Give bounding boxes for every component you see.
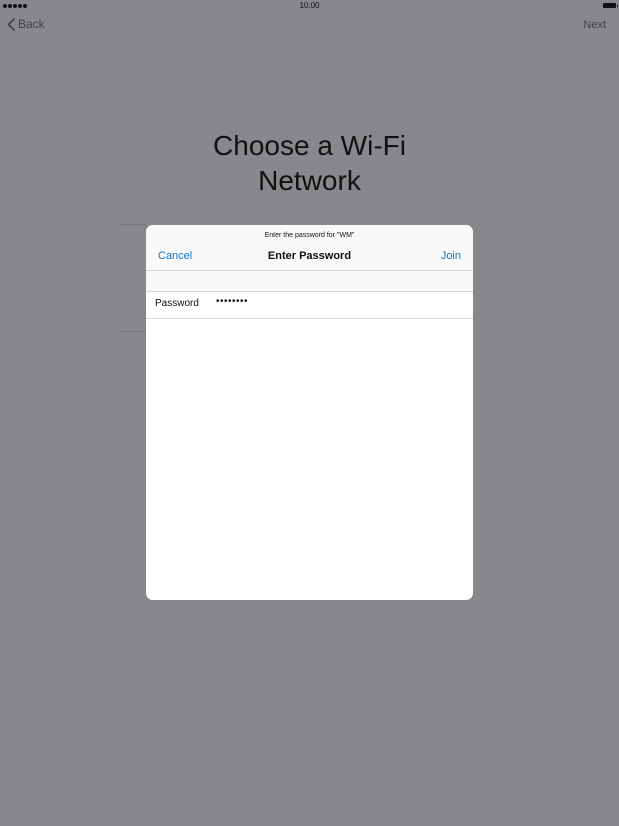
join-button[interactable]: Join: [441, 250, 461, 262]
password-dialog: Enter the password for "WM" Cancel Enter…: [146, 225, 473, 600]
dialog-prompt: Enter the password for "WM": [264, 232, 355, 239]
back-button-label: Back: [18, 17, 45, 31]
divider: [120, 331, 146, 332]
password-row[interactable]: Password ••••••••: [146, 292, 473, 319]
divider: [120, 224, 146, 225]
status-bar: 10:00: [0, 0, 619, 12]
dialog-title: Enter Password: [267, 250, 352, 262]
password-input[interactable]: ••••••••: [216, 296, 248, 307]
next-button[interactable]: Next: [583, 19, 606, 31]
dialog-header: Enter the password for "WM" Cancel Enter…: [146, 225, 473, 271]
back-button[interactable]: Back: [7, 17, 45, 31]
dialog-spacer: [146, 271, 473, 292]
status-time: 10:00: [299, 1, 320, 10]
password-label: Password: [155, 298, 199, 309]
battery-icon: [603, 3, 618, 8]
page-title: Choose a Wi-Fi Network: [213, 130, 406, 196]
chevron-left-icon: [7, 17, 15, 31]
